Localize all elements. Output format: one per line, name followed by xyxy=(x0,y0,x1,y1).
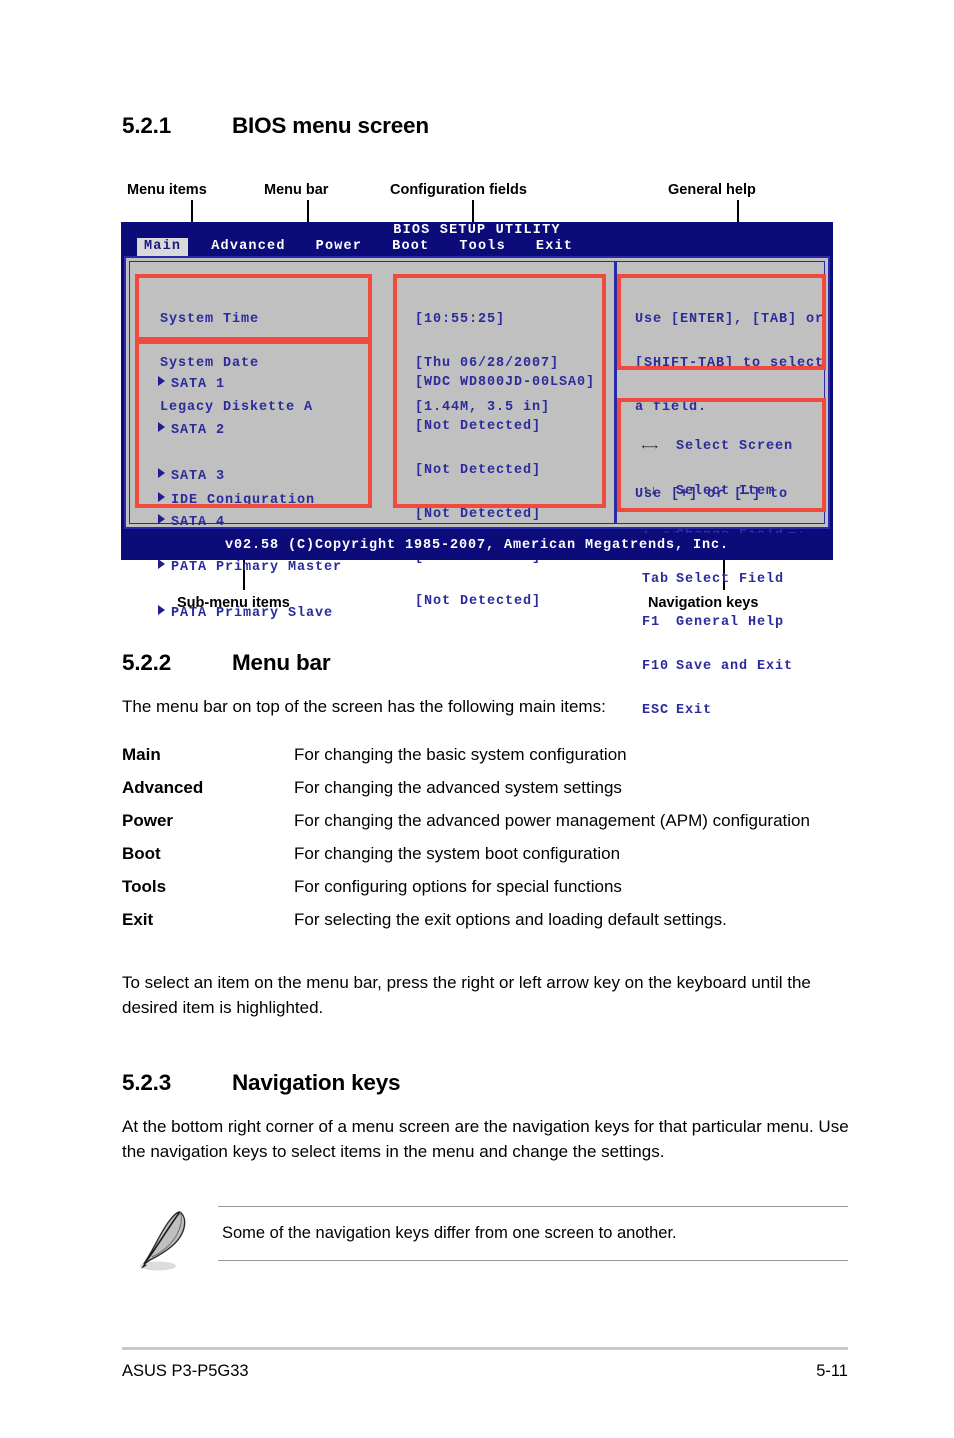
bios-help-line-2: [SHIFT-TAB] to select xyxy=(635,355,825,371)
bios-navkey-select-field-label: Select Field xyxy=(676,571,785,587)
bios-navkey-select-field: Tab Select Field xyxy=(642,571,793,588)
definition-term-exit: Exit xyxy=(122,910,154,929)
definition-row-power: Power For changing the advanced power ma… xyxy=(122,808,852,833)
tab-key-label: Tab xyxy=(642,571,670,587)
bios-panel-divider xyxy=(614,262,617,523)
footer-product-name: ASUS P3-P5G33 xyxy=(122,1362,249,1380)
bios-body: System Time System Date Legacy Diskette … xyxy=(124,256,832,718)
definition-term-power: Power xyxy=(122,811,174,830)
section-heading-5-2-3: 5.2.3 Navigation keys xyxy=(122,1070,401,1096)
bios-submenu-sata-1-label: SATA 1 xyxy=(171,377,226,393)
note-divider-bottom xyxy=(218,1260,848,1261)
bios-menu-item-system-time[interactable]: System Time xyxy=(160,313,313,328)
bios-navkey-save-and-exit-label: Save and Exit xyxy=(676,659,794,675)
definition-row-main: Main For changing the basic system confi… xyxy=(122,742,852,767)
bios-submenu-sata-1[interactable]: SATA 1 xyxy=(158,376,342,393)
bios-field-sata-2[interactable]: [Not Detected] xyxy=(415,419,595,435)
note-divider-top xyxy=(218,1206,848,1207)
bios-field-sata-3[interactable]: [Not Detected] xyxy=(415,463,595,479)
bios-navkey-select-item: ↑↓ Select Item xyxy=(642,482,793,500)
bios-field-system-time[interactable]: [10:55:25] xyxy=(415,313,559,328)
triangle-right-icon xyxy=(158,492,165,503)
menu-bar-definition-list: Main For changing the basic system confi… xyxy=(122,742,852,940)
bios-navkey-select-item-label: Select Item xyxy=(676,483,776,499)
triangle-right-icon xyxy=(158,605,165,616)
definition-term-tools: Tools xyxy=(122,877,167,896)
bios-submenu-pata-primary-slave-label: PATA Primary Slave xyxy=(171,606,334,622)
definition-desc-tools: For configuring options for special func… xyxy=(294,877,622,896)
footer-divider xyxy=(122,1347,848,1350)
bios-field-pata-primary-slave[interactable]: [Not Detected] xyxy=(415,594,595,610)
section-number: 5.2.2 xyxy=(122,650,172,675)
bios-submenu-items-2: IDE Coniguration System Information xyxy=(158,463,333,584)
definition-desc-power: For changing the advanced power manageme… xyxy=(294,811,810,830)
footer-page-number: 5-11 xyxy=(816,1362,848,1380)
definition-row-exit: Exit For selecting the exit options and … xyxy=(122,907,852,932)
bios-body-inner: System Time System Date Legacy Diskette … xyxy=(129,261,832,718)
bios-navkey-general-help: F1 General Help xyxy=(642,616,793,631)
definition-desc-boot: For changing the system boot configurati… xyxy=(294,844,621,863)
bios-navkey-general-help-label: General Help xyxy=(676,615,785,631)
section-title: Navigation keys xyxy=(232,1070,401,1095)
bios-title: BIOS SETUP UTILITY xyxy=(393,223,561,238)
bios-tab-main[interactable]: Main xyxy=(137,238,189,256)
bios-submenu-ide-configuration-label: IDE Coniguration xyxy=(171,493,316,509)
section-title: Menu bar xyxy=(232,650,331,675)
bios-tab-exit[interactable]: Exit xyxy=(529,238,580,256)
bios-tab-tools[interactable]: Tools xyxy=(452,238,513,256)
bios-setup-screen: BIOS SETUP UTILITY Main Advanced Power B… xyxy=(121,222,833,718)
bios-tab-advanced[interactable]: Advanced xyxy=(204,238,292,256)
bios-navkey-select-screen: ←→ Select Screen xyxy=(642,439,793,455)
section-title: BIOS menu screen xyxy=(232,113,429,138)
definition-term-main: Main xyxy=(122,745,161,764)
bios-help-line-1: Use [ENTER], [TAB] or xyxy=(635,312,825,328)
bios-submenu-sata-2-label: SATA 2 xyxy=(171,422,226,438)
note-text: Some of the navigation keys differ from … xyxy=(222,1224,677,1242)
bios-field-sata-4[interactable]: [Not Detected] xyxy=(415,507,595,523)
definition-desc-exit: For selecting the exit options and loadi… xyxy=(294,910,727,929)
definition-row-advanced: Advanced For changing the advanced syste… xyxy=(122,775,852,800)
triangle-right-icon xyxy=(158,421,165,432)
definition-term-boot: Boot xyxy=(122,844,161,863)
definition-desc-advanced: For changing the advanced system setting… xyxy=(294,778,622,797)
bios-submenu-ide-configuration[interactable]: IDE Coniguration xyxy=(158,492,333,509)
bios-title-bar: BIOS SETUP UTILITY Main Advanced Power B… xyxy=(121,222,833,256)
section-heading-5-2-2: 5.2.2 Menu bar xyxy=(122,650,331,676)
menu-bar-outro: To select an item on the menu bar, press… xyxy=(122,973,811,1017)
note-box: Some of the navigation keys differ from … xyxy=(122,1206,848,1278)
callout-label-menu-items: Menu items xyxy=(127,182,207,198)
section-number: 5.2.1 xyxy=(122,113,172,138)
bios-navkey-save-and-exit: F10 Save and Exit xyxy=(642,659,794,675)
bios-field-sata-1[interactable]: [WDC WD800JD-00LSA0] xyxy=(415,376,595,391)
callout-label-general-help: General help xyxy=(668,182,756,198)
definition-desc-main: For changing the basic system configurat… xyxy=(294,745,627,764)
callout-label-configuration-fields: Configuration fields xyxy=(390,182,527,198)
bios-tab-power[interactable]: Power xyxy=(309,238,370,256)
bios-copyright: v02.58 (C)Copyright 1985-2007, American … xyxy=(224,538,730,553)
manual-page: 5.2.1 BIOS menu screen Menu items Menu ba… xyxy=(0,0,954,1438)
triangle-right-icon xyxy=(158,376,165,387)
callout-label-menu-bar: Menu bar xyxy=(264,182,329,198)
definition-row-boot: Boot For changing the system boot config… xyxy=(122,841,852,866)
bios-menu-bar: Main Advanced Power Boot Tools Exit xyxy=(121,238,833,256)
f1-key-label: F1 xyxy=(642,615,661,631)
bios-submenu-sata-2[interactable]: SATA 2 xyxy=(158,421,342,439)
bios-tab-boot[interactable]: Boot xyxy=(385,238,436,256)
f10-key-label: F10 xyxy=(642,659,670,675)
definition-row-tools: Tools For configuring options for specia… xyxy=(122,874,852,899)
bios-submenu-pata-primary-slave[interactable]: PATA Primary Slave xyxy=(158,605,342,622)
section-heading-5-2-1: 5.2.1 BIOS menu screen xyxy=(122,113,429,139)
bios-config-fields-group2: [WDC WD800JD-00LSA0] [Not Detected] [Not… xyxy=(415,347,595,639)
definition-term-advanced: Advanced xyxy=(122,778,204,797)
bios-navkey-select-screen-label: Select Screen xyxy=(676,439,794,455)
bios-footer-bar: v02.58 (C)Copyright 1985-2007, American … xyxy=(121,533,833,560)
quill-pen-icon xyxy=(128,1208,198,1274)
navigation-keys-paragraph: At the bottom right corner of a menu scr… xyxy=(122,1117,849,1161)
left-right-arrow-icon: ←→ xyxy=(642,438,658,454)
up-down-arrow-icon: ↑↓ xyxy=(642,482,658,498)
menu-bar-intro: The menu bar on top of the screen has th… xyxy=(122,697,606,716)
section-number: 5.2.3 xyxy=(122,1070,172,1095)
